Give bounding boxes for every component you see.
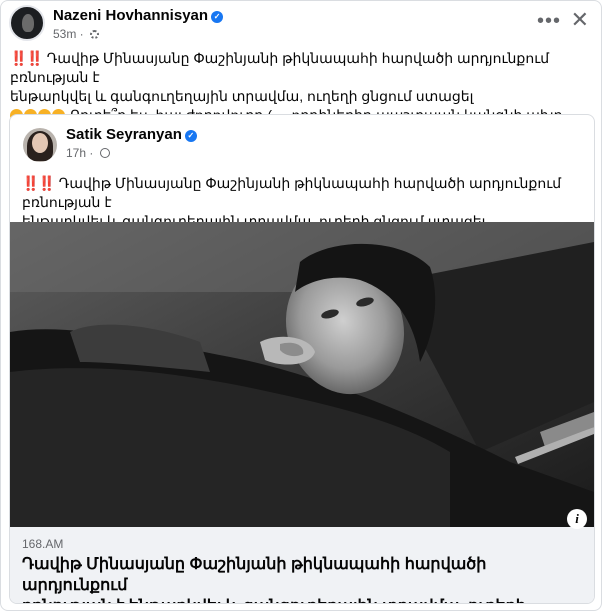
- facebook-post: Nazeni Hovhannisyan ✓ 53m · ••• ✕ ‼️‼️ Դա…: [0, 0, 602, 611]
- verified-badge-icon: ✓: [211, 11, 224, 23]
- double-exclamation-emoji: ‼️‼️: [22, 175, 56, 191]
- author-name[interactable]: Nazeni Hovhannisyan: [53, 7, 208, 24]
- patient-on-stretcher-photo: [10, 222, 594, 527]
- link-headline-line-2: բռնության է ենթարկվել և գանգուղեղային տր…: [22, 596, 577, 603]
- post-text-line-1: Դավիթ Մինասյանը Փաշինյանի թիկնապահի հարվ…: [10, 50, 550, 85]
- shared-time[interactable]: 17h: [66, 146, 86, 160]
- author-avatar[interactable]: [9, 5, 45, 41]
- author-name-row: Nazeni Hovhannisyan ✓: [53, 7, 224, 24]
- post-time[interactable]: 53m: [53, 27, 76, 41]
- audience-gear-icon[interactable]: [90, 30, 100, 39]
- link-headline-line-1: Դավիթ Մինասյանը Փաշինյանի թիկնապահի հարվ…: [22, 556, 487, 594]
- link-headline[interactable]: Դավիթ Մինասյանը Փաշինյանի թիկնապահի հարվ…: [22, 554, 577, 603]
- verified-badge-icon: ✓: [184, 130, 197, 142]
- shared-author-avatar[interactable]: [23, 128, 57, 162]
- shared-author-name[interactable]: Satik Seyranyan: [66, 126, 182, 143]
- close-button[interactable]: ✕: [571, 9, 589, 31]
- more-options-button[interactable]: •••: [537, 11, 561, 31]
- link-preview[interactable]: i 168.AM Դավիթ Մինասյանը Փաշինյանի թիկնա…: [10, 509, 594, 603]
- post-text-line-2: ենթարկվել և գանգուղեղային տրավմա, ուղեղի…: [10, 88, 474, 104]
- globe-icon: [99, 148, 110, 158]
- post-header: Nazeni Hovhannisyan ✓ 53m · ••• ✕: [9, 5, 595, 45]
- shared-post[interactable]: Satik Seyranyan ✓ 17h · ‼️‼️ Դավիթ Մինասյ…: [9, 114, 595, 604]
- news-photo[interactable]: [10, 222, 594, 527]
- shared-meta: 17h ·: [66, 146, 110, 160]
- double-exclamation-emoji: ‼️‼️: [10, 50, 44, 66]
- info-button[interactable]: i: [567, 509, 587, 529]
- link-domain: 168.AM: [22, 537, 64, 551]
- shared-text-line-1: Դավիթ Մինասյանը Փաշինյանի թիկնապահի հարվ…: [22, 175, 562, 210]
- post-meta: 53m ·: [53, 27, 100, 41]
- shared-author-row: Satik Seyranyan ✓: [66, 126, 197, 143]
